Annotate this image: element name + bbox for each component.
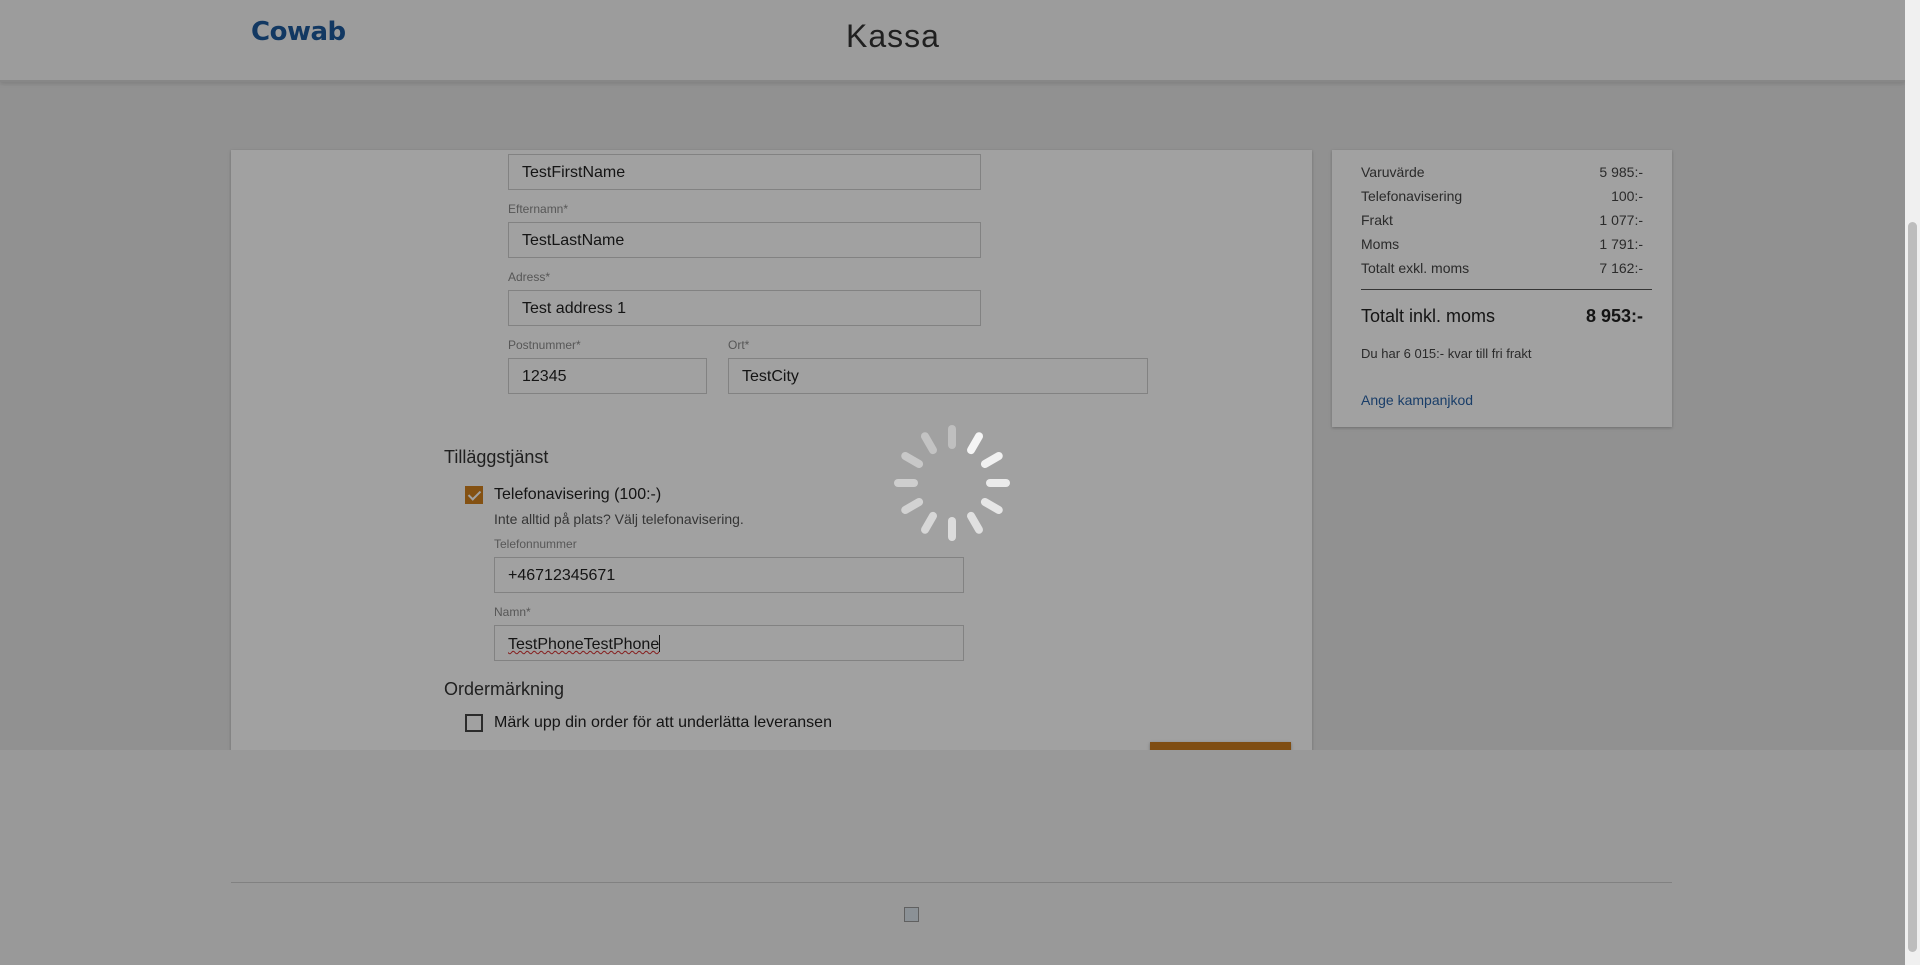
spinner-segment bbox=[948, 517, 956, 541]
page-viewport: TestFirstName Efternamn* TestLastName Ad… bbox=[0, 0, 1905, 965]
spinner-segment bbox=[948, 425, 956, 449]
loading-overlay bbox=[0, 0, 1905, 965]
scrollbar-thumb[interactable] bbox=[1908, 222, 1917, 952]
spinner-segment bbox=[986, 479, 1010, 487]
spinner-segment bbox=[894, 479, 918, 487]
